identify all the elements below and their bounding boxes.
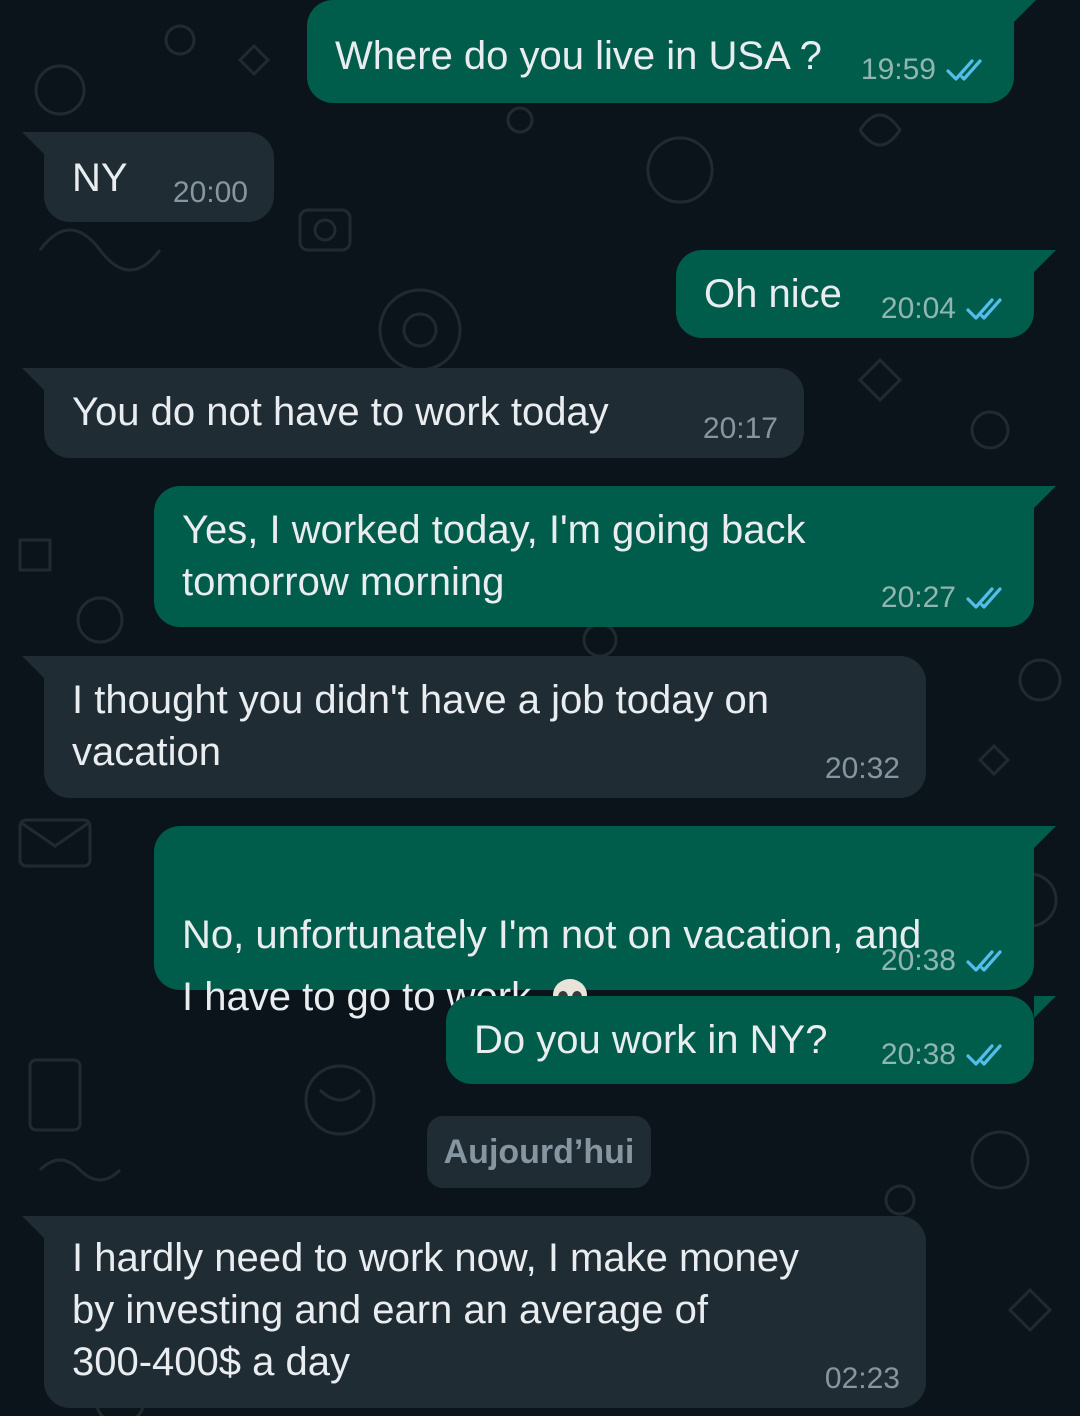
- double-check-icon: [946, 59, 982, 81]
- double-check-icon: [966, 298, 1002, 320]
- message-time: 20:38: [880, 944, 956, 977]
- message-text: Oh nice: [704, 272, 842, 316]
- message-bubble-incoming[interactable]: You do not have to work today 20:17: [22, 368, 804, 458]
- message-bubble-outgoing[interactable]: No, unfortunately I'm not on vacation, a…: [154, 826, 1056, 1019]
- message-text: Yes, I worked today, I'm going back tomo…: [182, 508, 806, 604]
- message-time: 20:38: [880, 1038, 956, 1071]
- message-text: Where do you live in USA ?: [335, 34, 822, 78]
- message-bubble-incoming[interactable]: I thought you didn't have a job today on…: [22, 656, 926, 798]
- message-bubble-outgoing[interactable]: Where do you live in USA ? 19:59: [307, 0, 1036, 103]
- message-time: 20:27: [880, 581, 956, 614]
- message-bubble-incoming[interactable]: I hardly need to work now, I make money …: [22, 1216, 926, 1408]
- message-time: 20:00: [172, 176, 248, 209]
- double-check-icon: [966, 1044, 1002, 1066]
- message-time: 20:32: [824, 752, 900, 785]
- date-separator: Aujourd’hui: [427, 1116, 651, 1188]
- message-text: I thought you didn't have a job today on…: [72, 678, 770, 774]
- message-meta: 20:38: [881, 944, 1008, 978]
- message-meta: 02:23: [825, 1362, 900, 1396]
- double-check-icon: [966, 950, 1002, 972]
- message-meta: 20:17: [703, 412, 778, 446]
- message-meta: 20:00: [173, 176, 248, 210]
- message-time: 20:04: [880, 292, 956, 325]
- message-bubble-outgoing[interactable]: Yes, I worked today, I'm going back tomo…: [154, 486, 1056, 627]
- message-meta: 20:32: [825, 752, 900, 786]
- message-text: NY: [72, 156, 128, 200]
- message-meta: 19:59: [861, 53, 988, 87]
- message-meta: 20:04: [881, 292, 1008, 326]
- message-meta: 20:38: [881, 1038, 1008, 1072]
- message-time: 02:23: [824, 1362, 900, 1395]
- message-meta: 20:27: [881, 581, 1008, 615]
- message-time: 20:17: [702, 412, 778, 445]
- message-text: I hardly need to work now, I make money …: [72, 1236, 800, 1384]
- chat-view[interactable]: Where do you live in USA ? 19:59 NY 20:0…: [0, 0, 1080, 1416]
- message-text: Do you work in NY?: [474, 1018, 828, 1062]
- message-bubble-outgoing[interactable]: Oh nice 20:04: [676, 250, 1056, 338]
- message-time: 19:59: [860, 53, 936, 86]
- message-bubble-outgoing[interactable]: Do you work in NY? 20:38: [446, 996, 1056, 1084]
- double-check-icon: [966, 587, 1002, 609]
- message-bubble-incoming[interactable]: NY 20:00: [22, 132, 274, 222]
- message-text: You do not have to work today: [72, 390, 609, 434]
